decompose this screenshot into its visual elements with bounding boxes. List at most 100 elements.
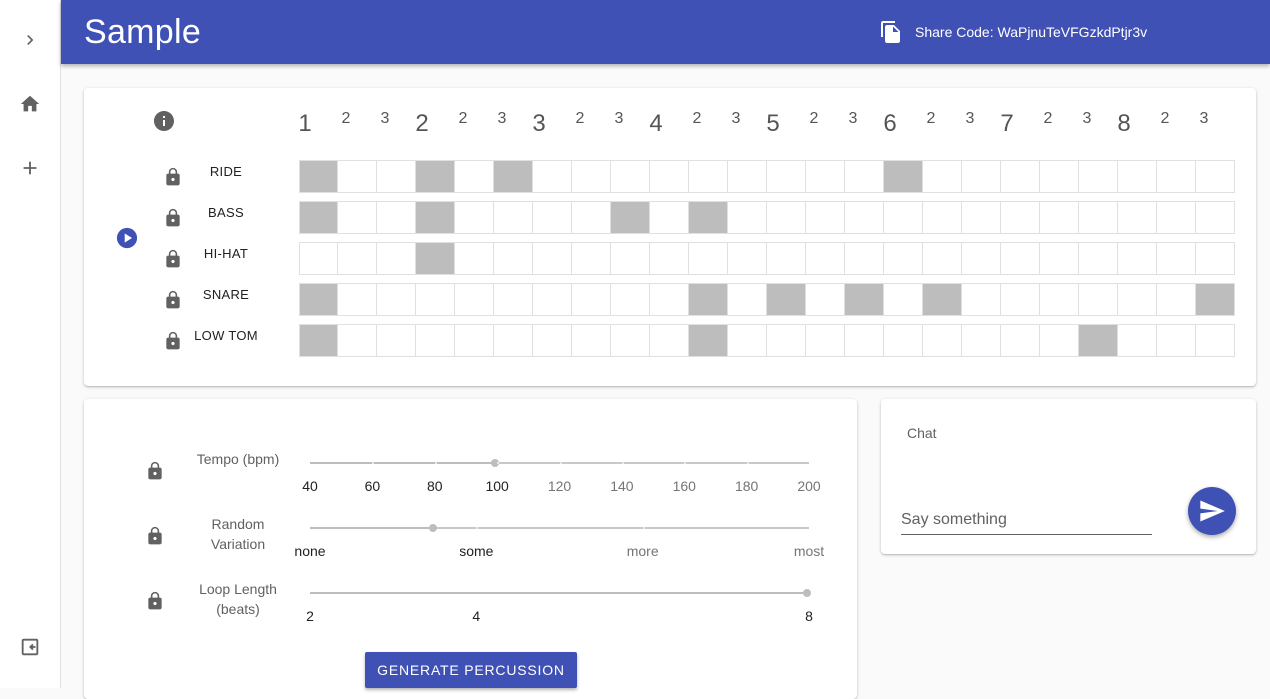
step-cell[interactable] bbox=[1079, 283, 1118, 316]
step-cell[interactable] bbox=[728, 324, 767, 357]
step-cell[interactable] bbox=[1118, 160, 1157, 193]
step-cell[interactable] bbox=[1040, 242, 1079, 275]
share-code-button[interactable]: Share Code: WaPjnuTeVFGzkdPtjr3v bbox=[879, 20, 1147, 44]
variation-slider-thumb[interactable] bbox=[429, 524, 437, 532]
step-cell[interactable] bbox=[338, 201, 377, 234]
step-cell[interactable] bbox=[533, 324, 572, 357]
step-cell[interactable] bbox=[572, 201, 611, 234]
step-cell[interactable] bbox=[806, 201, 845, 234]
step-cell[interactable] bbox=[455, 324, 494, 357]
step-cell[interactable] bbox=[845, 283, 884, 316]
step-cell[interactable] bbox=[962, 160, 1001, 193]
step-cell[interactable] bbox=[1079, 324, 1118, 357]
step-cell[interactable] bbox=[1079, 160, 1118, 193]
step-cell[interactable] bbox=[1001, 283, 1040, 316]
step-cell[interactable] bbox=[962, 324, 1001, 357]
step-cell[interactable] bbox=[494, 324, 533, 357]
step-cell[interactable] bbox=[611, 201, 650, 234]
step-cell[interactable] bbox=[455, 283, 494, 316]
step-cell[interactable] bbox=[377, 242, 416, 275]
variation-slider[interactable] bbox=[310, 524, 809, 532]
step-cell[interactable] bbox=[455, 160, 494, 193]
step-cell[interactable] bbox=[728, 201, 767, 234]
variation-lock-icon[interactable] bbox=[145, 524, 165, 548]
step-cell[interactable] bbox=[377, 201, 416, 234]
step-cell[interactable] bbox=[1001, 160, 1040, 193]
step-cell[interactable] bbox=[1196, 201, 1235, 234]
step-cell[interactable] bbox=[728, 283, 767, 316]
step-cell[interactable] bbox=[1118, 283, 1157, 316]
step-cell[interactable] bbox=[767, 242, 806, 275]
step-cell[interactable] bbox=[416, 283, 455, 316]
step-cell[interactable] bbox=[416, 324, 455, 357]
step-cell[interactable] bbox=[611, 324, 650, 357]
step-cell[interactable] bbox=[299, 160, 338, 193]
step-cell[interactable] bbox=[884, 283, 923, 316]
step-cell[interactable] bbox=[1040, 324, 1079, 357]
track-lock-icon[interactable] bbox=[163, 165, 183, 189]
step-cell[interactable] bbox=[455, 242, 494, 275]
step-cell[interactable] bbox=[962, 283, 1001, 316]
loop-slider-thumb[interactable] bbox=[803, 589, 811, 597]
tempo-slider[interactable] bbox=[310, 459, 809, 467]
step-cell[interactable] bbox=[923, 160, 962, 193]
step-cell[interactable] bbox=[689, 283, 728, 316]
step-cell[interactable] bbox=[377, 324, 416, 357]
step-cell[interactable] bbox=[455, 201, 494, 234]
step-cell[interactable] bbox=[767, 324, 806, 357]
step-cell[interactable] bbox=[377, 283, 416, 316]
step-cell[interactable] bbox=[1196, 160, 1235, 193]
step-cell[interactable] bbox=[338, 160, 377, 193]
step-cell[interactable] bbox=[533, 201, 572, 234]
step-cell[interactable] bbox=[884, 242, 923, 275]
step-cell[interactable] bbox=[1040, 201, 1079, 234]
step-cell[interactable] bbox=[884, 201, 923, 234]
step-cell[interactable] bbox=[1157, 160, 1196, 193]
step-cell[interactable] bbox=[1040, 160, 1079, 193]
step-cell[interactable] bbox=[923, 201, 962, 234]
track-lock-icon[interactable] bbox=[163, 206, 183, 230]
step-cell[interactable] bbox=[884, 160, 923, 193]
exit-button[interactable] bbox=[14, 631, 46, 663]
step-cell[interactable] bbox=[299, 242, 338, 275]
step-cell[interactable] bbox=[299, 201, 338, 234]
step-cell[interactable] bbox=[806, 242, 845, 275]
step-cell[interactable] bbox=[1118, 324, 1157, 357]
step-cell[interactable] bbox=[494, 160, 533, 193]
expand-nav-button[interactable] bbox=[14, 24, 46, 56]
track-lock-icon[interactable] bbox=[163, 247, 183, 271]
step-cell[interactable] bbox=[1001, 324, 1040, 357]
step-cell[interactable] bbox=[416, 201, 455, 234]
step-cell[interactable] bbox=[767, 201, 806, 234]
step-cell[interactable] bbox=[494, 242, 533, 275]
step-cell[interactable] bbox=[533, 283, 572, 316]
step-cell[interactable] bbox=[1001, 201, 1040, 234]
step-cell[interactable] bbox=[767, 160, 806, 193]
step-cell[interactable] bbox=[728, 242, 767, 275]
step-cell[interactable] bbox=[845, 324, 884, 357]
step-cell[interactable] bbox=[572, 283, 611, 316]
step-cell[interactable] bbox=[1196, 242, 1235, 275]
step-cell[interactable] bbox=[689, 324, 728, 357]
step-cell[interactable] bbox=[1079, 242, 1118, 275]
home-button[interactable] bbox=[14, 88, 46, 120]
step-cell[interactable] bbox=[1118, 242, 1157, 275]
step-cell[interactable] bbox=[533, 160, 572, 193]
step-cell[interactable] bbox=[1079, 201, 1118, 234]
step-cell[interactable] bbox=[728, 160, 767, 193]
step-cell[interactable] bbox=[845, 242, 884, 275]
step-cell[interactable] bbox=[806, 324, 845, 357]
step-cell[interactable] bbox=[1040, 283, 1079, 316]
step-cell[interactable] bbox=[689, 201, 728, 234]
step-cell[interactable] bbox=[767, 283, 806, 316]
step-cell[interactable] bbox=[1118, 201, 1157, 234]
step-cell[interactable] bbox=[611, 283, 650, 316]
step-cell[interactable] bbox=[572, 324, 611, 357]
step-cell[interactable] bbox=[494, 201, 533, 234]
step-cell[interactable] bbox=[845, 201, 884, 234]
step-cell[interactable] bbox=[845, 160, 884, 193]
chat-input[interactable] bbox=[901, 505, 1152, 535]
track-lock-icon[interactable] bbox=[163, 329, 183, 353]
info-icon[interactable] bbox=[152, 109, 176, 133]
step-cell[interactable] bbox=[1157, 283, 1196, 316]
